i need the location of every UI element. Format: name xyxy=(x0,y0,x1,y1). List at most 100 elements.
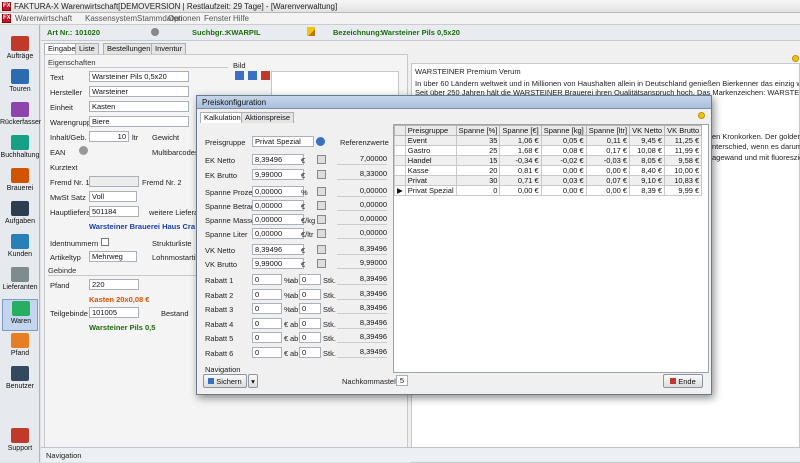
table-row[interactable]: Event 35 1,06 €0,05 €0,11 €9,45 €11,25 € xyxy=(394,135,703,146)
table-cell[interactable]: 10,08 € xyxy=(629,145,666,156)
menu-kassensystem[interactable]: Kassensystem xyxy=(85,14,137,23)
save-dropdown-button[interactable]: ▾ xyxy=(248,374,258,388)
table-cell[interactable]: Handel xyxy=(404,155,457,166)
artikeltyp-select[interactable]: Mehrweg xyxy=(89,251,137,262)
menu-fenster[interactable]: Fenster xyxy=(204,14,231,23)
table-row[interactable]: Handel 15 -0,34 € -0,02 € -0,03 €8,05 €9,58 … xyxy=(394,155,703,166)
table-cell[interactable]: 20 xyxy=(455,165,501,176)
image-prev-icon[interactable] xyxy=(235,71,244,80)
info-icon[interactable] xyxy=(316,137,325,146)
sidebar-item-kunden[interactable]: Kunden xyxy=(2,233,38,265)
calc-icon[interactable] xyxy=(317,245,326,254)
calc-row-input[interactable]: 0,00000 xyxy=(252,200,304,211)
mwst-select[interactable]: Voll xyxy=(89,191,137,202)
table-cell[interactable]: 11,99 € xyxy=(664,145,703,156)
calc-icon[interactable] xyxy=(317,259,326,268)
table-cell[interactable]: 11,25 € xyxy=(664,135,703,146)
menu-optionen[interactable]: Optionen xyxy=(168,14,200,23)
calc-row-input[interactable]: 8,39496 xyxy=(252,244,304,255)
calc-icon[interactable] xyxy=(317,215,326,224)
table-cell[interactable]: 8,40 € xyxy=(629,165,666,176)
calc-icon[interactable] xyxy=(317,229,326,238)
row-indicator[interactable] xyxy=(394,145,406,156)
price-group-table-wrap[interactable]: Preisgruppe Spanne [%] Spanne [€] Spanne [k… xyxy=(393,124,709,373)
column-header[interactable]: VK Brutto xyxy=(664,125,703,136)
sidebar-item-pfand[interactable]: Pfand xyxy=(2,332,38,364)
table-cell[interactable]: 0,00 € xyxy=(540,165,587,176)
rabatt-input[interactable]: 0 xyxy=(252,289,282,300)
image-add-icon[interactable] xyxy=(248,71,257,80)
hersteller-select[interactable]: Warsteiner xyxy=(89,86,189,97)
table-cell[interactable]: 9,45 € xyxy=(629,135,666,146)
rabatt-input[interactable]: 0 xyxy=(252,318,282,329)
sidebar-item-waren[interactable]: Waren xyxy=(2,299,38,331)
calc-icon[interactable] xyxy=(317,201,326,210)
warengruppe-select[interactable]: Biere xyxy=(89,116,189,127)
table-row[interactable]: Kasse 20 0,81 €0,00 €0,00 €8,40 €10,00 € xyxy=(394,165,703,176)
tab-liste[interactable]: Liste xyxy=(75,43,99,54)
table-cell[interactable]: 0,07 € xyxy=(585,175,631,186)
sidebar-item-lieferanten[interactable]: Lieferanten xyxy=(2,266,38,298)
calc-row-input[interactable]: 9,99000 xyxy=(252,169,304,180)
table-cell[interactable]: Privat Spezial xyxy=(404,185,457,196)
table-cell[interactable]: 25 xyxy=(455,145,501,156)
column-header[interactable]: Spanne [€] xyxy=(499,125,542,136)
table-row[interactable]: Gastro 25 1,68 €0,08 €0,17 €10,08 €11,99 € xyxy=(394,145,703,156)
sidebar-item-benutzer[interactable]: Benutzer xyxy=(2,365,38,397)
nachkomma-field[interactable]: 5 xyxy=(396,375,408,386)
row-indicator[interactable]: ▶ xyxy=(394,185,406,196)
pfand-field[interactable]: 220 xyxy=(89,279,139,290)
menu-warenwirtschaft[interactable]: Warenwirtschaft xyxy=(15,14,72,23)
identnummern-checkbox[interactable] xyxy=(101,238,109,246)
calc-icon[interactable] xyxy=(317,170,326,179)
row-indicator[interactable] xyxy=(394,175,406,186)
table-cell[interactable]: Event xyxy=(404,135,457,146)
rabatt-qty-input[interactable]: 0 xyxy=(299,274,321,285)
table-cell[interactable]: 0,17 € xyxy=(585,145,631,156)
table-cell[interactable]: 30 xyxy=(455,175,501,186)
row-indicator[interactable] xyxy=(394,155,406,166)
table-cell[interactable]: 1,68 € xyxy=(499,145,542,156)
rabatt-input[interactable]: 0 xyxy=(252,332,282,343)
table-cell[interactable]: 8,05 € xyxy=(629,155,666,166)
column-header[interactable]: Spanne [ltr] xyxy=(585,125,631,136)
rabatt-input[interactable]: 0 xyxy=(252,274,282,285)
suchbgr-value[interactable]: KWARPIL xyxy=(226,28,261,37)
column-header[interactable]: VK Netto xyxy=(629,125,666,136)
table-cell[interactable]: 0 xyxy=(455,185,501,196)
table-cell[interactable]: 9,99 € xyxy=(664,185,703,196)
bezeichnung-value[interactable]: Warsteiner Pils 0,5x20 xyxy=(381,28,460,37)
menu-app-icon[interactable]: FX xyxy=(2,14,11,23)
table-cell[interactable]: -0,03 € xyxy=(585,155,631,166)
table-cell[interactable]: 0,08 € xyxy=(540,145,587,156)
gear-icon[interactable] xyxy=(79,146,88,155)
pencil-icon[interactable] xyxy=(307,27,315,36)
calc-row-input[interactable]: 0,00000 xyxy=(252,228,304,239)
table-cell[interactable]: 0,00 € xyxy=(540,185,587,196)
table-cell[interactable]: 0,00 € xyxy=(585,185,631,196)
table-cell[interactable]: 0,71 € xyxy=(499,175,542,186)
column-header[interactable]: Spanne [%] xyxy=(455,125,501,136)
preisgruppe-select[interactable]: Privat Spezial xyxy=(252,136,314,147)
column-header[interactable]: Spanne [kg] xyxy=(540,125,587,136)
table-cell[interactable]: 0,81 € xyxy=(499,165,542,176)
tab-kalkulation[interactable]: Kalkulation xyxy=(200,112,245,123)
menu-hilfe[interactable]: Hilfe xyxy=(233,14,249,23)
table-cell[interactable]: -0,34 € xyxy=(499,155,542,166)
table-row[interactable]: ▶ Privat Spezial 0 0,00 €0,00 €0,00 €8,39 €… xyxy=(394,185,703,196)
rabatt-qty-input[interactable]: 0 xyxy=(299,303,321,314)
artnr-value[interactable]: 101020 xyxy=(75,28,100,37)
calc-icon[interactable] xyxy=(317,187,326,196)
row-indicator[interactable] xyxy=(394,135,406,146)
calc-icon[interactable] xyxy=(317,155,326,164)
tab-inventur[interactable]: Inventur xyxy=(151,43,187,54)
table-cell[interactable]: 0,11 € xyxy=(585,135,631,146)
table-cell[interactable]: Kasse xyxy=(404,165,457,176)
calc-row-input[interactable]: 9,99000 xyxy=(252,258,304,269)
table-row[interactable]: Privat 30 0,71 €0,03 €0,07 €9,10 €10,83 € xyxy=(394,175,703,186)
calc-row-input[interactable]: 8,39496 xyxy=(252,154,304,165)
table-cell[interactable]: 8,39 € xyxy=(629,185,666,196)
sidebar-item-aufgaben[interactable]: Aufgaben xyxy=(2,200,38,232)
table-cell[interactable]: 10,83 € xyxy=(664,175,703,186)
table-cell[interactable]: 35 xyxy=(455,135,501,146)
